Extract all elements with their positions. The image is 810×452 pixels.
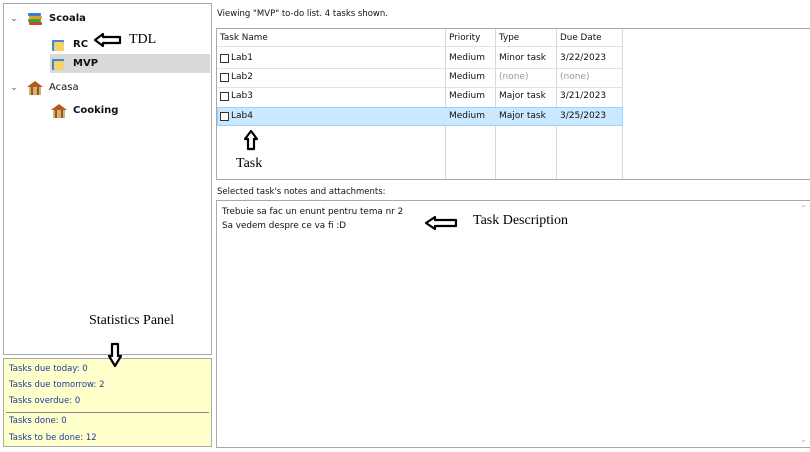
- task-priority: Medium: [449, 53, 485, 63]
- todo-list-tree[interactable]: ⌄ Scoala RC MVP ⌄ Acasa Cooking: [3, 3, 212, 355]
- task-name: Lab4: [231, 111, 253, 121]
- task-type: Major task: [499, 111, 546, 121]
- task-type: Major task: [499, 91, 546, 101]
- left-arrow-icon: [424, 215, 458, 231]
- tree-node-mvp[interactable]: MVP: [50, 54, 210, 73]
- column-header-type[interactable]: Type: [496, 29, 557, 47]
- tree-node-label: RC: [73, 39, 89, 50]
- building-icon: [50, 103, 68, 119]
- down-arrow-icon: [107, 342, 123, 368]
- task-checkbox[interactable]: [220, 54, 229, 63]
- table-row[interactable]: Lab2 Medium (none) (none): [217, 68, 623, 87]
- task-name: Lab3: [231, 91, 253, 101]
- table-row[interactable]: Lab3 Medium Major task 3/21/2023: [217, 87, 623, 106]
- task-notes-editor[interactable]: Trebuie sa fac un enunt pentru tema nr 2…: [216, 200, 810, 448]
- stat-due-tomorrow: Tasks due tomorrow: 2: [9, 380, 105, 390]
- task-due-date: 3/22/2023: [560, 53, 607, 63]
- task-checkbox[interactable]: [220, 92, 229, 101]
- task-name: Lab2: [231, 72, 253, 82]
- task-due-date: (none): [560, 72, 590, 82]
- notes-label: Selected task's notes and attachments:: [217, 187, 386, 197]
- table-row-selected[interactable]: Lab4 Medium Major task 3/25/2023: [217, 107, 623, 126]
- annotation-task-description: Task Description: [473, 213, 569, 228]
- task-priority: Medium: [449, 91, 485, 101]
- book-folder-icon: [50, 56, 68, 72]
- annotation-statistics-panel: Statistics Panel: [89, 313, 175, 328]
- stats-divider: [6, 412, 209, 413]
- task-type: Minor task: [499, 53, 546, 63]
- task-table: Task Name Priority Type Due Date Lab1 Me…: [216, 28, 810, 180]
- column-header-task-name[interactable]: Task Name: [217, 29, 446, 47]
- note-line: Trebuie sa fac un enunt pentru tema nr 2: [222, 207, 404, 217]
- task-checkbox[interactable]: [220, 73, 229, 82]
- header-separator: [217, 46, 623, 47]
- scroll-up-icon[interactable]: ⌃: [800, 204, 807, 213]
- tree-node-label: Acasa: [49, 82, 79, 93]
- statistics-panel: Tasks due today: 0 Tasks due tomorrow: 2…: [3, 358, 212, 447]
- task-name: Lab1: [231, 53, 253, 63]
- table-row[interactable]: Lab1 Medium Minor task 3/22/2023: [217, 49, 623, 68]
- chevron-down-icon[interactable]: ⌄: [8, 14, 20, 24]
- tree-node-acasa[interactable]: ⌄ Acasa: [8, 78, 208, 97]
- column-header-priority[interactable]: Priority: [446, 29, 496, 47]
- tree-node-scoala[interactable]: ⌄ Scoala: [8, 9, 208, 28]
- annotation-task: Task: [236, 156, 263, 171]
- stat-due-today: Tasks due today: 0: [9, 364, 88, 374]
- scroll-down-icon[interactable]: ⌄: [800, 435, 807, 444]
- left-arrow-icon: [93, 32, 122, 48]
- building-icon: [26, 80, 44, 96]
- task-due-date: 3/21/2023: [560, 91, 607, 101]
- annotation-tdl: TDL: [129, 32, 157, 47]
- stat-done: Tasks done: 0: [9, 416, 67, 426]
- column-header-due-date[interactable]: Due Date: [557, 29, 623, 47]
- tree-node-label: MVP: [73, 58, 99, 69]
- task-priority: Medium: [449, 72, 485, 82]
- viewing-status: Viewing "MVP" to-do list. 4 tasks shown.: [217, 9, 388, 19]
- stat-to-be-done: Tasks to be done: 12: [9, 433, 97, 443]
- up-arrow-icon: [243, 129, 259, 151]
- tree-node-label: Cooking: [73, 105, 119, 116]
- tree-node-cooking[interactable]: Cooking: [50, 101, 150, 120]
- books-icon: [26, 11, 44, 27]
- chevron-down-icon[interactable]: ⌄: [8, 83, 20, 93]
- task-due-date: 3/25/2023: [560, 111, 607, 121]
- task-checkbox[interactable]: [220, 112, 229, 121]
- note-line: Sa vedem despre ce va fi :D: [222, 221, 347, 231]
- task-type: (none): [499, 72, 529, 82]
- tree-node-label: Scoala: [49, 13, 86, 24]
- book-folder-icon: [50, 37, 68, 53]
- stat-overdue: Tasks overdue: 0: [9, 396, 81, 406]
- task-priority: Medium: [449, 111, 485, 121]
- left-pane: ⌄ Scoala RC MVP ⌄ Acasa Cooking Tasks du…: [3, 3, 212, 451]
